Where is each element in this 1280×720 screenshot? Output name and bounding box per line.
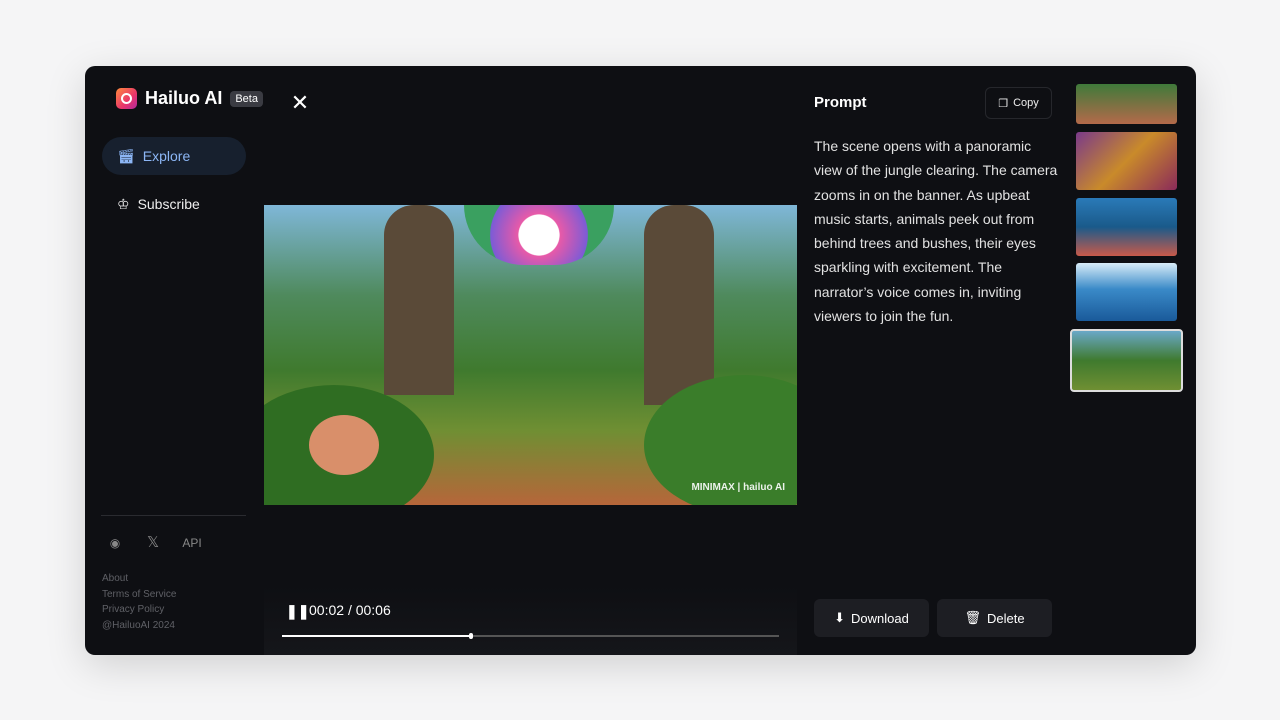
x-icon[interactable]: 𝕏 [140,532,166,554]
thumbnail[interactable] [1076,84,1177,124]
trash-icon: 🗑︎ [964,610,981,625]
copy-label: Copy [1013,97,1039,109]
video-controls: ❚❚ 00:02 / 00:06 [264,586,797,655]
sidebar-item-subscribe[interactable]: ♔ Subscribe [102,185,246,223]
thumbnail[interactable] [1076,132,1177,190]
divider [101,515,246,516]
sidebar-item-explore[interactable]: 🎬︎ Explore [102,137,246,175]
copy-icon: ❐ [998,97,1009,110]
video-detail-modal: Hailuo AI Beta ✕ 🎬︎ Explore ♔ Subscribe … [85,66,1196,655]
download-icon: ⬇ [834,610,846,625]
close-button[interactable]: ✕ [285,89,315,119]
copyright: @HailuoAI 2024 [102,619,175,631]
prompt-title: Prompt [814,94,867,111]
about-link[interactable]: About [102,571,176,587]
sidebar-item-label: Subscribe [137,196,200,212]
beta-badge: Beta [230,90,263,107]
clapperboard-icon: 🎬︎ [117,147,135,164]
hailuo-logo-icon [116,88,137,109]
thumbnail[interactable] [1076,198,1177,256]
progress-fill [282,633,473,639]
download-button[interactable]: ⬇ Download [814,599,929,637]
pause-icon[interactable]: ❚❚ [286,603,309,620]
crown-icon: ♔ [117,195,130,212]
footer-links: About Terms of Service Privacy Policy @H… [102,571,176,633]
sidebar-item-label: Explore [142,148,191,164]
download-label: Download [851,610,909,626]
animal [309,415,379,475]
tree [644,205,714,405]
prompt-text: The scene opens with a panoramic view of… [814,138,1058,325]
time-display: 00:02 / 00:06 [309,602,391,618]
banner [464,205,614,265]
privacy-link[interactable]: Privacy Policy [102,602,176,618]
api-link[interactable]: API [179,532,205,554]
delete-button[interactable]: 🗑︎ Delete [937,599,1052,637]
thumbnail-selected[interactable] [1070,329,1183,392]
brand-name: Hailuo AI [145,88,223,108]
watermark: MINIMAX | hailuo AI [691,482,785,493]
tree [384,205,454,395]
logo[interactable]: Hailuo AI Beta [116,88,263,109]
terms-link[interactable]: Terms of Service [102,587,176,603]
progress-bar[interactable] [282,633,779,639]
discord-icon[interactable]: ◉ [102,532,128,554]
thumbnail[interactable] [1076,263,1177,321]
copy-button[interactable]: ❐ Copy [985,87,1052,119]
video-frame[interactable]: MINIMAX | hailuo AI [264,205,797,505]
delete-label: Delete [986,610,1025,626]
